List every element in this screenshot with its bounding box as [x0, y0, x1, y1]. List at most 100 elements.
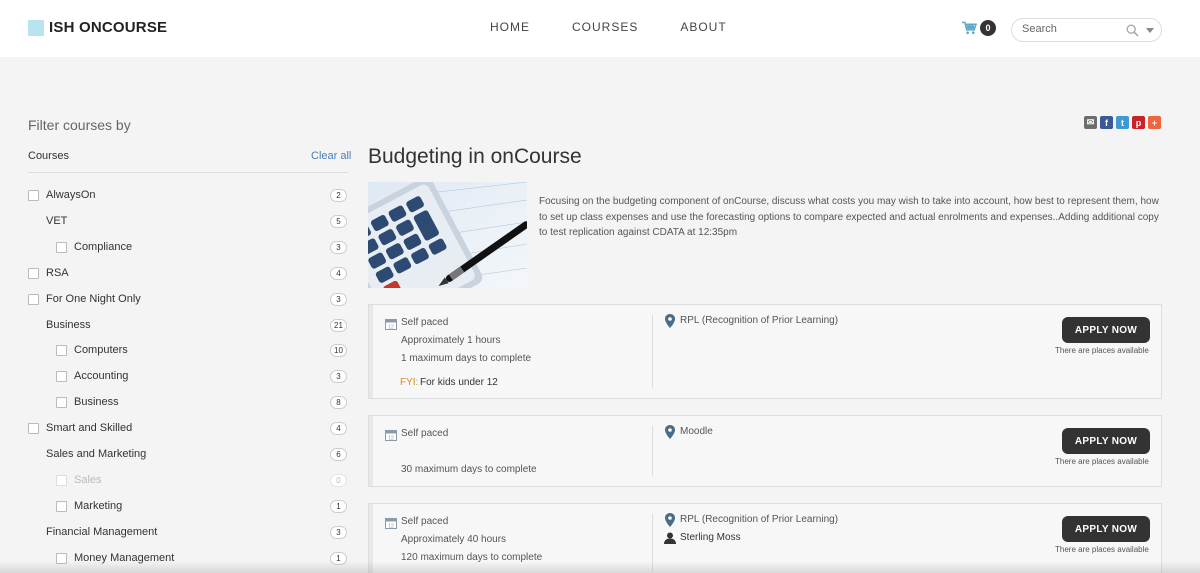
filter-item[interactable]: Business	[56, 392, 119, 412]
filter-count-badge: 2	[330, 189, 347, 202]
filter-item[interactable]: Sales and Marketing	[46, 444, 146, 464]
logo-mark	[28, 19, 44, 36]
filter-label: Smart and Skilled	[46, 422, 133, 434]
filter-checkbox[interactable]	[56, 396, 67, 408]
filter-checkbox[interactable]	[56, 344, 67, 356]
svg-text:12: 12	[388, 325, 394, 331]
svg-text:12: 12	[388, 436, 394, 442]
filter-checkbox	[56, 474, 67, 486]
twitter-icon[interactable]: t	[1116, 116, 1129, 129]
availability-text: There are places available	[1055, 457, 1149, 466]
more-icon[interactable]: +	[1148, 116, 1161, 129]
filter-checkbox[interactable]	[56, 370, 67, 382]
filter-label: Compliance	[74, 241, 133, 253]
filter-item[interactable]: For One Night Only	[28, 289, 141, 309]
class-duration: Approximately 1 hours	[401, 335, 501, 346]
filter-count-badge: 6	[330, 448, 347, 461]
filter-count-badge: 3	[330, 241, 347, 254]
nav-home[interactable]: HOME	[490, 20, 530, 34]
divider	[28, 172, 348, 173]
map-pin-icon	[665, 314, 675, 328]
filter-checkbox[interactable]	[28, 267, 39, 279]
course-description: Focusing on the budgeting component of o…	[539, 196, 1159, 238]
class-days: 1 maximum days to complete	[401, 353, 532, 364]
fyi-text: For kids under 12	[420, 377, 498, 388]
column-divider	[652, 426, 653, 476]
filter-item[interactable]: Computers	[56, 340, 128, 360]
clear-all-link[interactable]: Clear all	[311, 150, 351, 162]
map-pin-icon	[665, 425, 675, 439]
apply-now-button[interactable]: APPLY NOW	[1062, 516, 1150, 542]
filter-count-badge: 0	[330, 474, 347, 487]
filter-count-badge: 10	[330, 344, 347, 357]
class-site[interactable]: Moodle	[680, 426, 713, 437]
calculator-photo	[368, 182, 527, 288]
filter-count-badge: 1	[330, 500, 347, 513]
class-schedule: Self paced	[401, 428, 449, 439]
filter-item[interactable]: Business	[46, 315, 91, 335]
filter-item: Sales	[56, 470, 102, 490]
class-duration: Approximately 40 hours	[401, 534, 507, 545]
site-header: ISH ONCOURSE HOME COURSES ABOUT 0	[0, 0, 1200, 57]
filter-item[interactable]: Compliance	[56, 237, 132, 257]
class-site[interactable]: RPL (Recognition of Prior Learning)	[680, 315, 838, 326]
cart-button[interactable]: 0	[962, 20, 996, 36]
apply-now-button[interactable]: APPLY NOW	[1062, 317, 1150, 343]
filter-item[interactable]: VET	[46, 211, 67, 231]
class-site[interactable]: RPL (Recognition of Prior Learning)	[680, 514, 838, 525]
filter-label: Sales	[74, 474, 102, 486]
nav-about[interactable]: ABOUT	[680, 20, 726, 34]
calendar-icon: 12	[385, 319, 397, 331]
class-schedule: Self paced	[401, 317, 449, 328]
share-bar: ✉ f t p +	[1084, 116, 1164, 129]
filter-item[interactable]: AlwaysOn	[28, 185, 96, 205]
filter-label: Accounting	[74, 370, 129, 382]
filter-label: Financial Management	[46, 526, 158, 538]
filter-count-badge: 21	[330, 319, 347, 332]
map-pin-icon	[665, 513, 675, 527]
search-icon[interactable]	[1126, 24, 1139, 37]
pinterest-icon[interactable]: p	[1132, 116, 1145, 129]
site-logo[interactable]: ISH ONCOURSE	[28, 19, 167, 36]
filter-count-badge: 4	[330, 267, 347, 280]
filter-label: Marketing	[74, 500, 123, 512]
filter-item[interactable]: Marketing	[56, 496, 122, 516]
filter-item[interactable]: Smart and Skilled	[28, 418, 132, 438]
nav-courses[interactable]: COURSES	[572, 20, 638, 34]
class-days: 30 maximum days to complete	[401, 464, 537, 475]
filter-section-label: Courses	[28, 150, 69, 162]
course-title: Budgeting in onCourse	[368, 145, 582, 168]
filter-count-badge: 4	[330, 422, 347, 435]
class-card: 12 Self paced Approximately 1 hours 1 ma…	[368, 304, 1162, 399]
filter-label: For One Night Only	[46, 293, 141, 305]
filter-checkbox[interactable]	[56, 500, 67, 512]
filter-checkbox[interactable]	[28, 293, 39, 305]
filter-checkbox[interactable]	[56, 241, 67, 253]
search-input[interactable]	[1022, 23, 1122, 35]
filter-checkbox[interactable]	[28, 422, 39, 434]
facebook-icon[interactable]: f	[1100, 116, 1113, 129]
calendar-icon: 12	[385, 430, 397, 442]
main-nav: HOME COURSES ABOUT	[490, 20, 769, 34]
filter-title: Filter courses by	[28, 117, 131, 133]
apply-now-button[interactable]: APPLY NOW	[1062, 428, 1150, 454]
cart-count-badge: 0	[980, 20, 996, 36]
availability-text: There are places available	[1055, 545, 1149, 554]
column-divider	[652, 315, 653, 388]
calendar-icon: 12	[385, 518, 397, 530]
filter-item[interactable]: Accounting	[56, 366, 128, 386]
email-icon[interactable]: ✉	[1084, 116, 1097, 129]
filter-checkbox[interactable]	[28, 189, 39, 201]
filter-label: Business	[74, 396, 119, 408]
shopping-cart-icon	[962, 21, 977, 34]
class-schedule: Self paced	[401, 516, 449, 527]
filter-item[interactable]: RSA	[28, 263, 69, 283]
filter-item[interactable]: Financial Management	[46, 522, 157, 542]
filter-label: RSA	[46, 267, 69, 279]
filter-count-badge: 3	[330, 526, 347, 539]
svg-text:12: 12	[388, 524, 394, 530]
class-card: 12 Self paced 30 maximum days to complet…	[368, 415, 1162, 487]
filter-count-badge: 3	[330, 370, 347, 383]
chevron-down-icon[interactable]	[1145, 25, 1155, 35]
class-tutor[interactable]: Sterling Moss	[680, 532, 741, 543]
